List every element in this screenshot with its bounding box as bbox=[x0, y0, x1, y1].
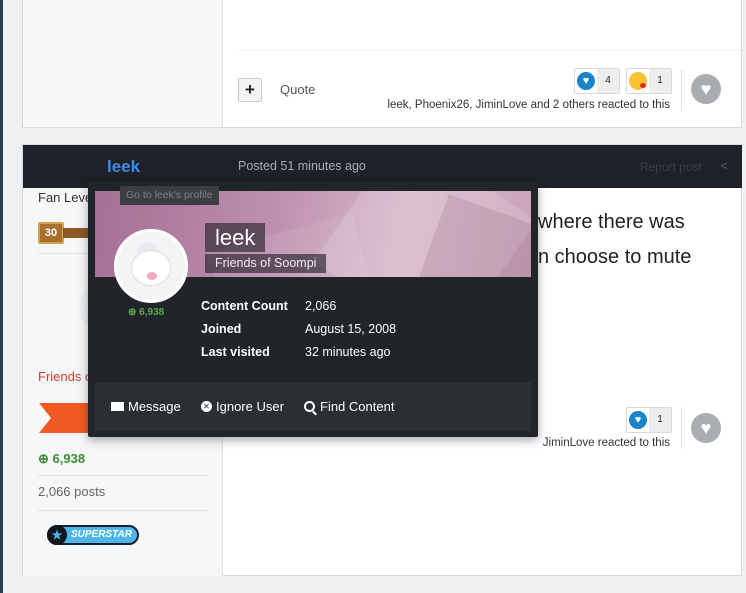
reaction-count: 1 bbox=[649, 408, 671, 432]
share-icon[interactable]: < bbox=[720, 158, 728, 173]
kiss-emoji-icon bbox=[629, 72, 647, 90]
reaction-like[interactable]: ♥ 1 bbox=[626, 407, 672, 433]
plus-circle-icon: ⊕ bbox=[128, 307, 140, 318]
reaction-kiss[interactable]: 1 bbox=[626, 68, 672, 94]
stat-label: Last visited bbox=[201, 345, 270, 359]
multiquote-add-button[interactable]: + bbox=[238, 78, 262, 102]
stat-value: 32 minutes ago bbox=[305, 345, 391, 359]
react-button[interactable]: ♥ bbox=[691, 74, 721, 104]
level-badge: 30 bbox=[38, 222, 64, 244]
author-rank: Fan Leve bbox=[38, 190, 93, 205]
author-post-count: 2,066 posts bbox=[38, 484, 106, 499]
star-icon: ★ bbox=[47, 525, 67, 545]
divider bbox=[38, 475, 208, 476]
heart-icon: ♥ bbox=[700, 79, 712, 99]
post-body-line: where there was bbox=[538, 211, 685, 233]
left-edge-bar bbox=[0, 0, 3, 593]
message-button[interactable]: Message bbox=[111, 399, 181, 414]
post-author-link[interactable]: leek bbox=[107, 157, 140, 177]
reaction-summary[interactable]: leek, Phoenix26, JiminLove and 2 others … bbox=[387, 99, 670, 111]
previous-post: + Quote ♥ 4 1 leek, Phoenix26, JiminLove… bbox=[22, 0, 742, 128]
plus-circle-icon: ⊕ bbox=[38, 451, 53, 466]
ignore-label: Ignore User bbox=[216, 399, 284, 414]
reaction-like[interactable]: ♥ 4 bbox=[574, 68, 620, 94]
hovercard-group: Friends of Soompi bbox=[205, 254, 327, 273]
stat-value: August 15, 2008 bbox=[305, 322, 397, 336]
hovercard-username[interactable]: leek bbox=[205, 223, 266, 252]
hovercard-reputation: ⊕ 6,938 bbox=[128, 307, 164, 318]
reaction-count: 1 bbox=[649, 69, 671, 93]
reaction-summary[interactable]: JiminLove reacted to this bbox=[543, 437, 670, 449]
divider bbox=[238, 50, 741, 51]
envelope-icon bbox=[111, 402, 124, 411]
ignore-icon: ✕ bbox=[201, 401, 212, 412]
divider bbox=[38, 510, 208, 511]
find-content-button[interactable]: Find Content bbox=[304, 399, 394, 414]
reputation-value: 6,938 bbox=[139, 307, 165, 318]
heart-icon: ♥ bbox=[577, 72, 595, 90]
heart-icon: ♥ bbox=[629, 411, 647, 429]
ignore-user-button[interactable]: ✕ Ignore User bbox=[201, 399, 284, 414]
search-icon bbox=[304, 401, 315, 412]
go-to-profile-tooltip: Go to leek's profile bbox=[120, 186, 219, 205]
reputation-value: 6,938 bbox=[52, 451, 86, 466]
quote-link[interactable]: Quote bbox=[280, 82, 315, 97]
stat-label: Joined bbox=[201, 322, 242, 336]
post-timestamp: Posted 51 minutes ago bbox=[238, 159, 366, 173]
stat-label: Content Count bbox=[201, 299, 288, 313]
reaction-count: 4 bbox=[597, 69, 619, 93]
stat-value: 2,066 bbox=[305, 299, 337, 313]
report-post-link[interactable]: Report post bbox=[640, 160, 702, 174]
heart-icon: ♥ bbox=[700, 418, 712, 438]
previous-post-sidebar bbox=[23, 0, 223, 127]
divider bbox=[681, 70, 682, 110]
react-button[interactable]: ♥ bbox=[691, 413, 721, 443]
message-label: Message bbox=[128, 399, 181, 414]
find-content-label: Find Content bbox=[320, 399, 395, 414]
author-group: Friends o bbox=[38, 369, 93, 384]
hovercard-avatar[interactable] bbox=[114, 229, 188, 303]
author-reputation: ⊕ 6,938 bbox=[38, 451, 85, 467]
superstar-badge: ★ SUPERSTAR bbox=[47, 525, 139, 545]
user-hovercard: Go to leek's profile leek Friends of Soo… bbox=[88, 181, 538, 437]
post-body-line: n choose to mute bbox=[538, 246, 692, 268]
divider bbox=[681, 407, 682, 449]
badge-label: SUPERSTAR bbox=[71, 529, 132, 540]
hovercard-actions: Message ✕ Ignore User Find Content bbox=[95, 382, 531, 431]
